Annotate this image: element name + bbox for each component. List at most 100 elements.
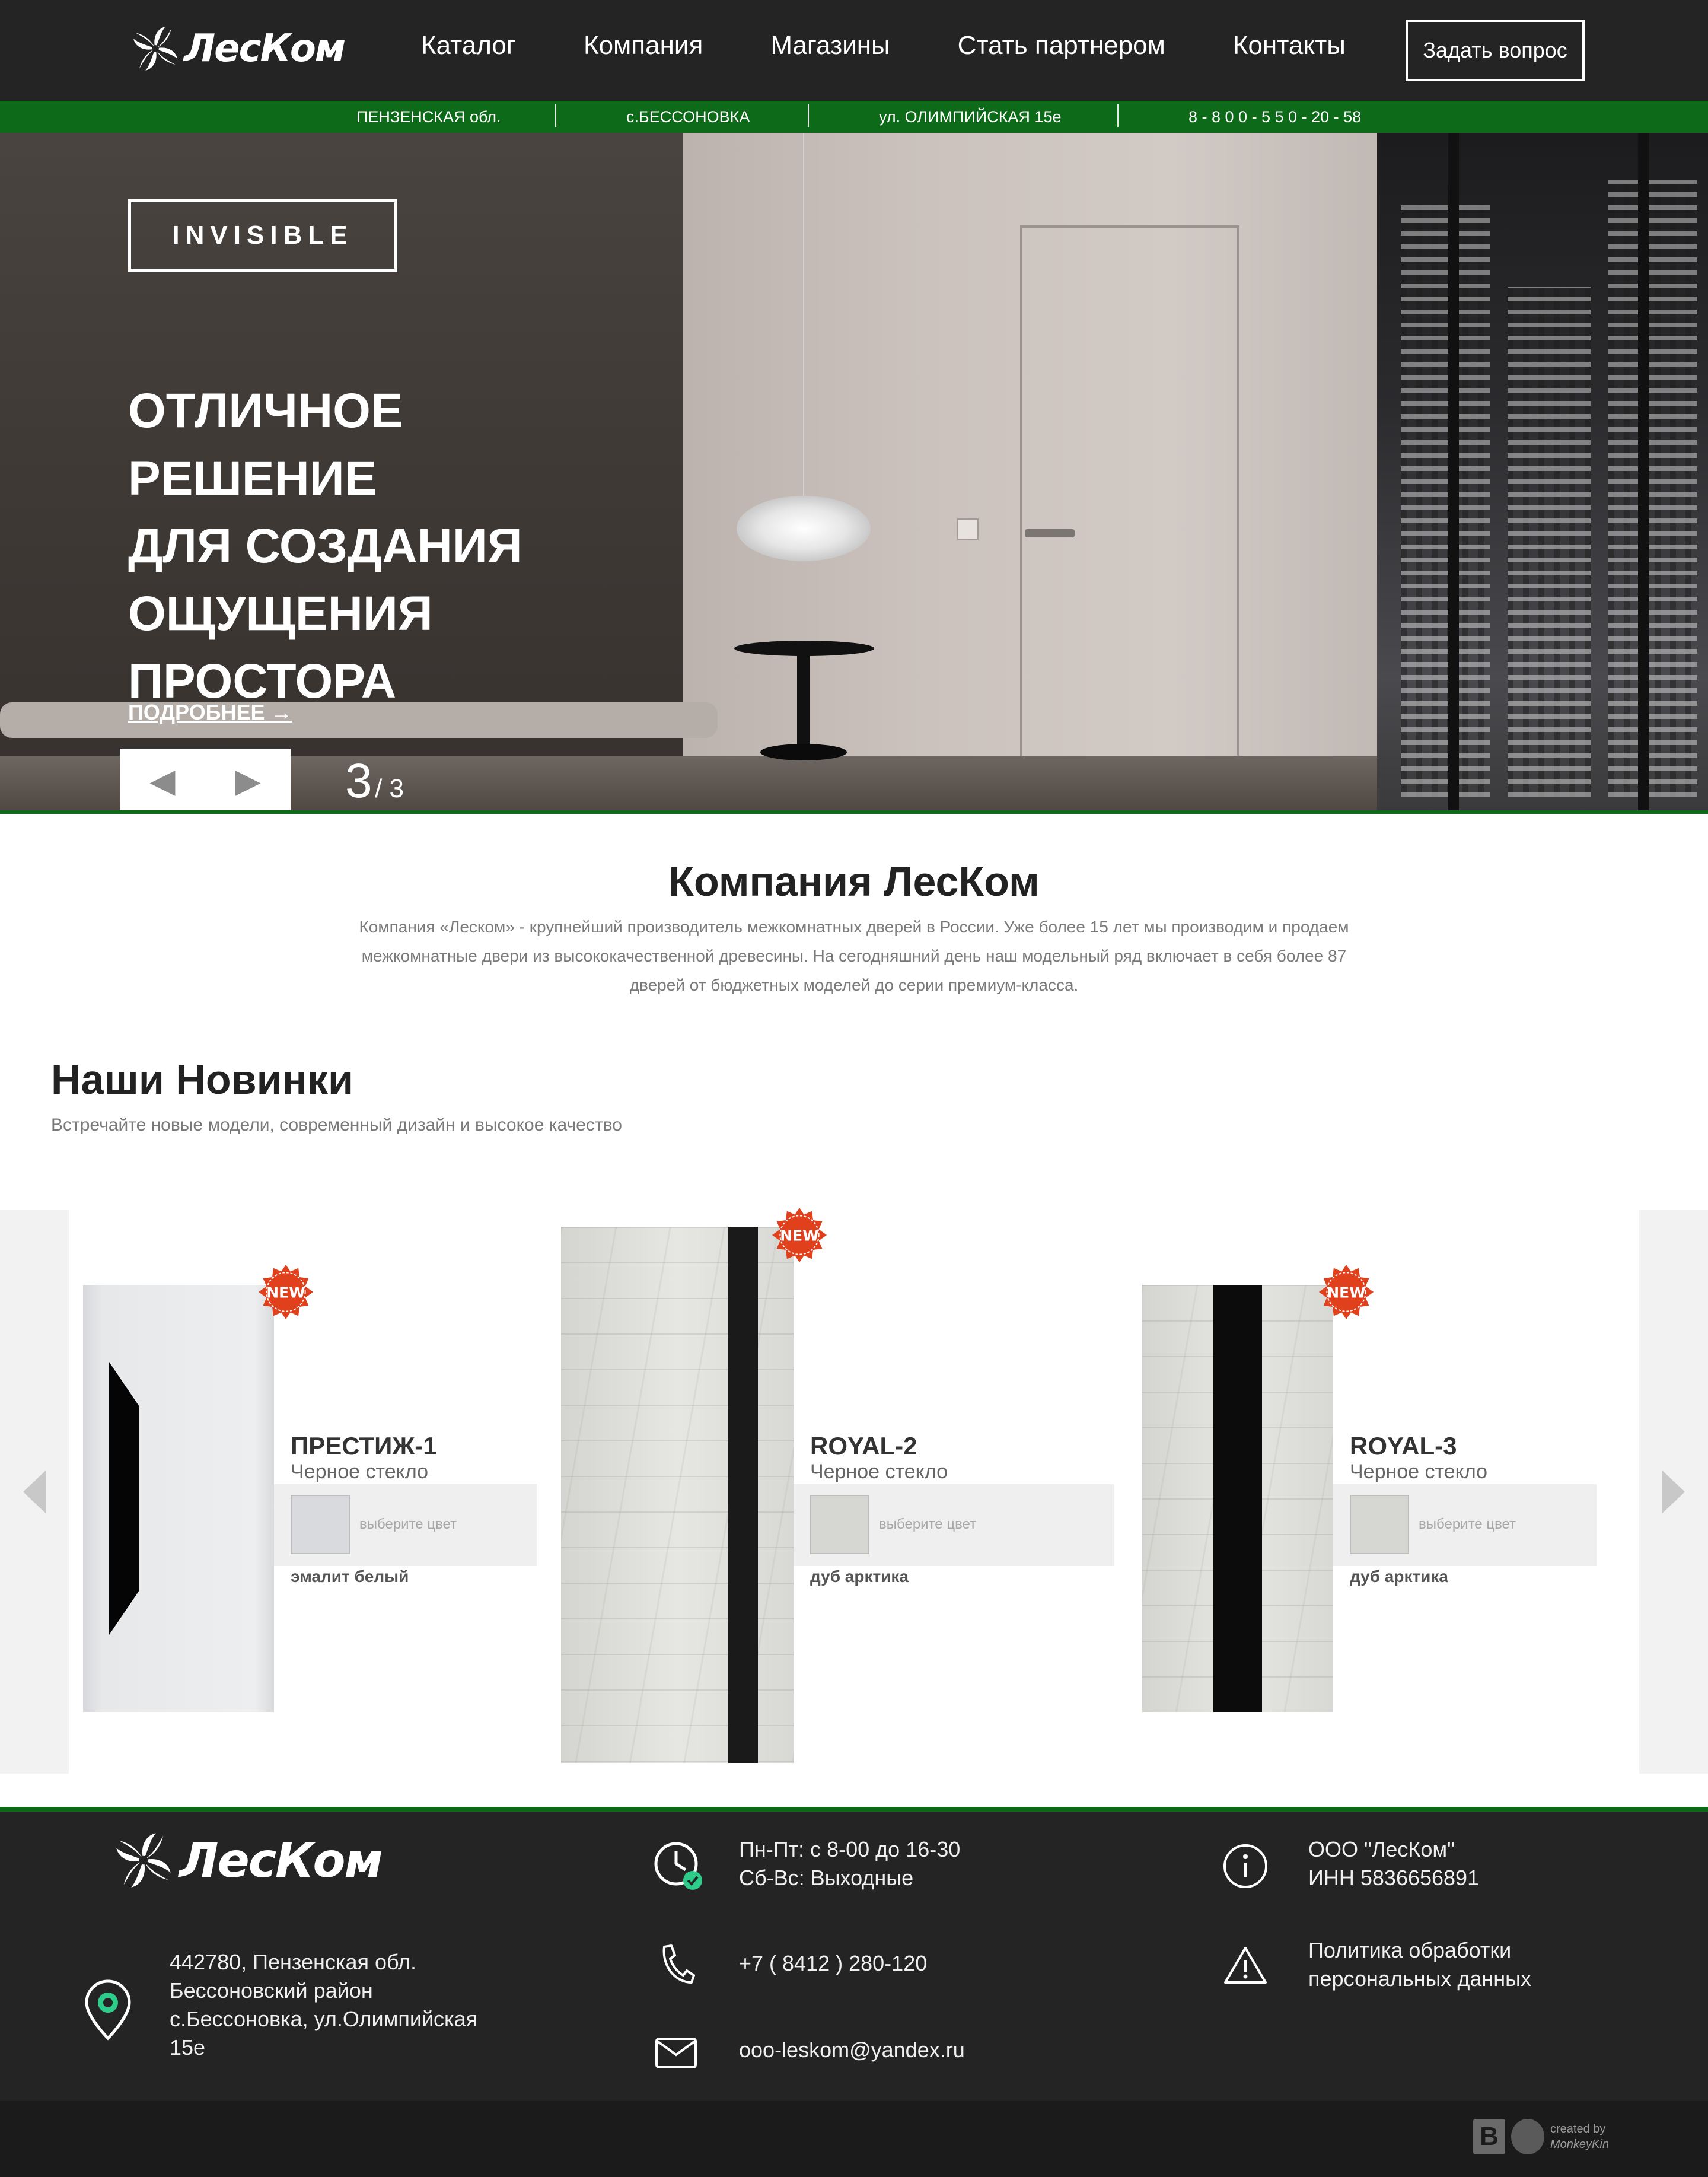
- new-badge-text: NEW: [780, 1227, 818, 1245]
- credit-block[interactable]: B created by MonkeyKin: [1473, 2119, 1609, 2154]
- color-picker[interactable]: выберите цвет: [794, 1484, 1114, 1566]
- product-name[interactable]: ПРЕСТИЖ-1: [291, 1432, 437, 1460]
- main-nav: Каталог Компания Магазины Стать партнеро…: [421, 31, 1413, 61]
- hero-lamp: [737, 496, 871, 561]
- hero-more-link[interactable]: ПОДРОБНЕЕ →: [128, 700, 292, 725]
- about-text: Компания «Леском» - крупнейший производи…: [359, 918, 1349, 994]
- footer-company: ООО "ЛесКом" ИНН 5836656891: [1308, 1835, 1479, 1892]
- color-picker[interactable]: выберите цвет: [274, 1484, 537, 1566]
- footer-policy-link[interactable]: Политика обработки персональных данных: [1308, 1936, 1531, 1993]
- slide-current: 3: [345, 754, 372, 808]
- contact-infobar: ПЕНЗЕНСКАЯ обл. с.БЕССОНОВКА ул. ОЛИМПИЙ…: [0, 101, 1708, 133]
- nav-company[interactable]: Компания: [584, 31, 703, 61]
- credit-bottom: MonkeyKin: [1550, 2138, 1609, 2151]
- product-glass: Черное стекло: [291, 1460, 429, 1483]
- info-icon: [1223, 1844, 1267, 1888]
- nav-stores[interactable]: Магазины: [770, 31, 890, 61]
- infobar-region: ПЕНЗЕНСКАЯ обл.: [356, 108, 501, 126]
- location-pin-icon: [85, 1979, 131, 2041]
- slider-next-icon[interactable]: ▶: [235, 761, 260, 800]
- hero-door-handle: [1025, 529, 1075, 537]
- slider-prev-icon[interactable]: ◀: [149, 761, 175, 800]
- header-logo[interactable]: ЛесКом: [130, 24, 346, 74]
- bottom-bar: B created by MonkeyKin: [0, 2101, 1708, 2177]
- door-black-glass: [728, 1227, 758, 1763]
- logo-text: ЛесКом: [179, 1832, 383, 1888]
- infobar-street: ул. ОЛИМПИЙСКАЯ 15е: [879, 108, 1062, 126]
- about-title: Компания ЛесКом: [668, 858, 1040, 905]
- hero-image-window: [1377, 133, 1708, 813]
- new-badge-text: NEW: [1327, 1284, 1365, 1301]
- nav-contacts[interactable]: Контакты: [1233, 31, 1346, 61]
- footer-email[interactable]: ooo-leskom@yandex.ru: [739, 2036, 965, 2064]
- footer-hours: Пн-Пт: с 8-00 до 16-30 Сб-Вс: Выходные: [739, 1835, 960, 1892]
- company-line: ИНН 5836656891: [1308, 1866, 1480, 1890]
- arrow-left-icon: [23, 1471, 46, 1513]
- infobar-phone[interactable]: 8 - 8 0 0 - 5 5 0 - 20 - 58: [1188, 108, 1361, 126]
- infobar-divider: [1117, 104, 1119, 127]
- policy-line: Политика обработки: [1308, 1938, 1512, 1962]
- door-black-glass: [109, 1362, 139, 1635]
- builder-logo-icon: B: [1473, 2119, 1505, 2154]
- mail-icon: [655, 2038, 697, 2068]
- carousel-prev-button[interactable]: [0, 1210, 69, 1774]
- product-image-prestige-1[interactable]: [83, 1285, 274, 1712]
- product-name[interactable]: ROYAL-2: [810, 1432, 917, 1460]
- credit-top: created by: [1550, 2122, 1606, 2135]
- policy-line: персональных данных: [1308, 1966, 1532, 1991]
- color-name: эмалит белый: [291, 1567, 409, 1586]
- hero-light-switch: [957, 518, 979, 540]
- monkey-logo-icon: [1511, 2119, 1544, 2154]
- hours-line: Сб-Вс: Выходные: [739, 1866, 914, 1890]
- nav-catalog[interactable]: Каталог: [421, 31, 516, 61]
- infobar-divider: [808, 104, 809, 127]
- footer-logo[interactable]: ЛесКом: [113, 1829, 383, 1891]
- phone-icon: [662, 1944, 695, 1984]
- color-hint: выберите цвет: [1419, 1516, 1516, 1532]
- logo-mark-icon: [116, 1833, 171, 1888]
- color-swatch[interactable]: [1350, 1495, 1409, 1554]
- new-badge-icon: NEW: [1318, 1264, 1374, 1320]
- warning-icon: [1224, 1947, 1267, 1984]
- infobar-divider: [555, 104, 556, 127]
- address-line: 15е: [170, 2035, 206, 2060]
- ask-question-button[interactable]: Задать вопрос: [1406, 20, 1585, 81]
- new-items-subtitle: Встречайте новые модели, современный диз…: [51, 1115, 622, 1135]
- clock-icon: [654, 1842, 702, 1890]
- footer-address: 442780, Пензенская обл. Бессоновский рай…: [170, 1948, 477, 2062]
- address-line: с.Бессоновка, ул.Олимпийская: [170, 2007, 478, 2031]
- color-swatch[interactable]: [810, 1495, 869, 1554]
- credit-text: created by MonkeyKin: [1550, 2121, 1609, 2152]
- color-name: дуб арктика: [1350, 1567, 1448, 1586]
- new-items-title: Наши Новинки: [51, 1056, 354, 1103]
- carousel-next-button[interactable]: [1639, 1210, 1708, 1774]
- hero-collection-badge: INVISIBLE: [128, 199, 397, 272]
- site-footer: ЛесКом 442780, Пензенская обл. Бессоновс…: [0, 1812, 1708, 2101]
- hero-invisible-door: [1020, 225, 1239, 783]
- color-swatch[interactable]: [291, 1495, 350, 1554]
- hours-line: Пн-Пт: с 8-00 до 16-30: [739, 1837, 961, 1861]
- slide-total: / 3: [375, 774, 404, 803]
- hero-title-line: ДЛЯ СОЗДАНИЯ: [128, 519, 522, 573]
- hero-title: ОТЛИЧНОЕ РЕШЕНИЕ ДЛЯ СОЗДАНИЯ ОЩУЩЕНИЯ П…: [128, 377, 662, 715]
- site-header: ЛесКом Каталог Компания Магазины Стать п…: [0, 0, 1708, 101]
- product-image-royal-3[interactable]: [1142, 1285, 1333, 1712]
- address-line: Бессоновский район: [170, 1978, 373, 2003]
- nav-partner[interactable]: Стать партнером: [958, 31, 1165, 61]
- product-glass: Черное стекло: [1350, 1460, 1488, 1483]
- footer-phone[interactable]: +7 ( 8412 ) 280-120: [739, 1949, 927, 1978]
- product-name[interactable]: ROYAL-3: [1350, 1432, 1457, 1460]
- hero-lamp-wire: [803, 133, 804, 496]
- new-badge-text: NEW: [266, 1284, 305, 1301]
- infobar-village: с.БЕССОНОВКА: [626, 108, 750, 126]
- slider-controls: ◀ ▶: [120, 749, 291, 813]
- color-hint: выберите цвет: [359, 1516, 457, 1532]
- footer-divider: [0, 1807, 1708, 1812]
- logo-text: ЛесКом: [184, 27, 346, 71]
- door-black-glass: [1213, 1285, 1262, 1712]
- logo-mark-icon: [133, 27, 177, 71]
- color-picker[interactable]: выберите цвет: [1333, 1484, 1597, 1566]
- slide-counter: 3 / 3: [345, 753, 404, 809]
- hero-side-table-stem: [797, 649, 810, 756]
- product-image-royal-2[interactable]: [561, 1227, 794, 1763]
